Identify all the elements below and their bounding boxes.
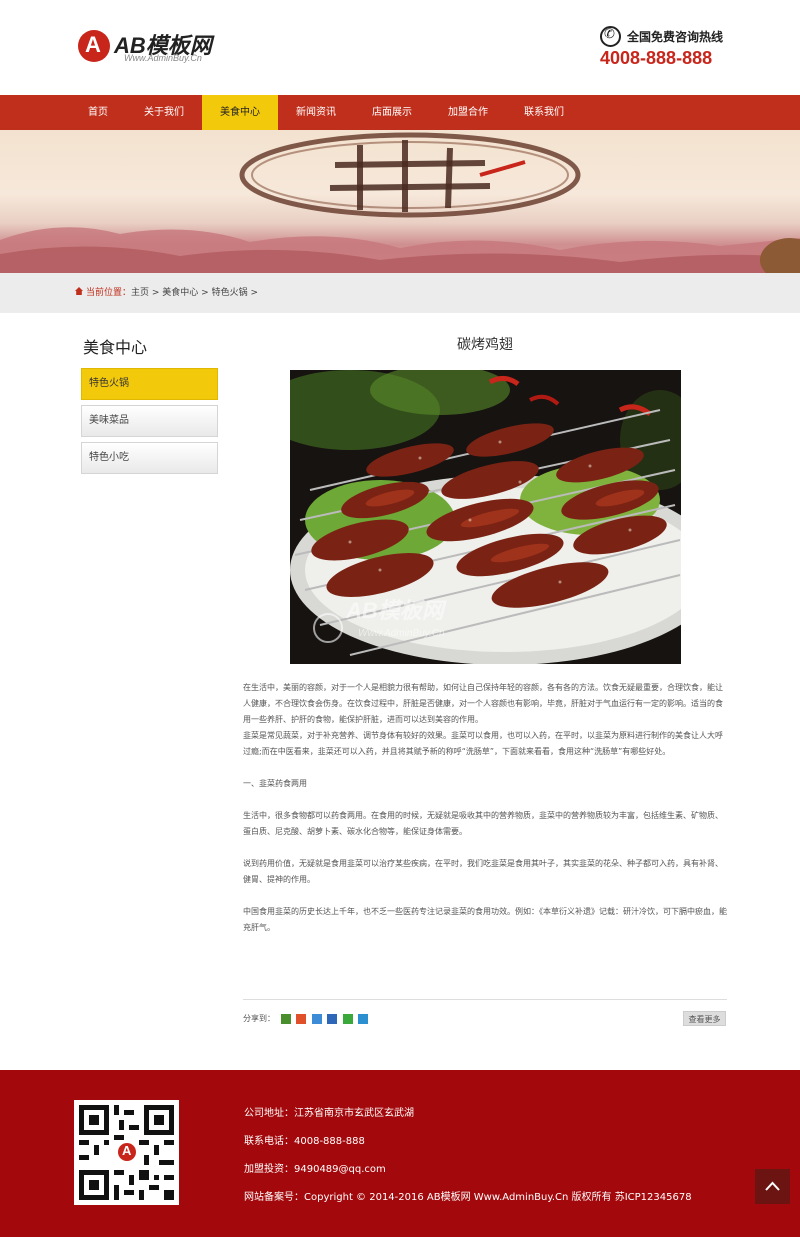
article-subheading: 一、韭菜药食两用 <box>243 779 307 788</box>
share-weibo-icon[interactable] <box>296 1013 307 1024</box>
article-title: 碳烤鸡翅 <box>457 337 513 353</box>
qr-logo: A <box>116 1141 138 1163</box>
footer-phone: 联系电话：4008-888-888 <box>244 1136 365 1147</box>
qr-code: A <box>74 1100 179 1205</box>
article-paragraph: 韭菜是常见蔬菜，对于补充营养、调节身体有较好的效果。韭菜可以食用，也可以入药，在… <box>243 731 723 756</box>
breadcrumb-separator: > <box>198 288 212 298</box>
nav-item-about[interactable]: 关于我们 <box>126 95 202 130</box>
share-more-icon[interactable] <box>358 1013 369 1024</box>
banner-art <box>0 132 800 273</box>
share-wechat-icon[interactable] <box>342 1013 353 1024</box>
breadcrumb-bar: 当前位置：主页 > 美食中心 > 特色火锅 > <box>0 273 800 313</box>
phone-icon <box>600 26 621 47</box>
breadcrumb-separator: > <box>247 288 258 298</box>
article-paragraph: 在生活中，美丽的容颜，对于一个人是相貌力很有帮助，如何让自己保持年轻的容颜，各有… <box>243 683 723 724</box>
hotline: 全国免费咨询热线 4008-888-888 <box>600 26 740 74</box>
hotline-number: 4008-888-888 <box>600 48 713 68</box>
chevron-up-icon <box>765 1181 780 1191</box>
nav-item-news[interactable]: 新闻资讯 <box>278 95 354 130</box>
article-paragraph: 生活中，很多食物都可以药食两用。在食用的时候，无疑就是吸收其中的营养物质，韭菜中… <box>243 811 723 836</box>
back-to-top-button[interactable] <box>755 1169 790 1204</box>
nav-item-food[interactable]: 美食中心 <box>202 95 278 130</box>
share-renren-icon[interactable] <box>327 1013 338 1024</box>
article-image: AB模板网 Www.AdminBuy.Cn <box>290 370 681 664</box>
article-paragraph: 说到药用价值，无疑就是食用韭菜可以治疗某些疾病，在平时，我们吃韭菜是食用其叶子，… <box>243 859 723 884</box>
breadcrumb-food[interactable]: 美食中心 <box>162 288 198 298</box>
article-body: 在生活中，美丽的容颜，对于一个人是相貌力很有帮助，如何让自己保持年轻的容颜，各有… <box>243 680 727 936</box>
view-more-button[interactable]: 查看更多 <box>683 1011 726 1026</box>
watermark-subtitle: Www.AdminBuy.Cn <box>358 628 445 639</box>
logo-mark: A <box>78 30 110 62</box>
breadcrumb-hotpot[interactable]: 特色火锅 <box>212 288 248 298</box>
site-logo[interactable]: A AB模板网 Www.AdminBuy.Cn <box>78 28 238 68</box>
share-bar: 分享到： <box>243 1013 369 1024</box>
sidebar-item-hotpot[interactable]: 特色火锅 <box>81 368 218 400</box>
site-header: A AB模板网 Www.AdminBuy.Cn 全国免费咨询热线 4008-88… <box>0 0 800 95</box>
watermark-text: AB模板网 <box>345 598 447 623</box>
footer-record: 网站备案号：Copyright © 2014-2016 AB模板网 Www.Ad… <box>244 1192 692 1203</box>
nav-item-contact[interactable]: 联系我们 <box>506 95 582 130</box>
main-nav: 首页 关于我们 美食中心 新闻资讯 店面展示 加盟合作 联系我们 <box>0 95 800 130</box>
footer-join: 加盟投资：9490489@qq.com <box>244 1164 386 1175</box>
sidebar-title: 美食中心 <box>83 338 148 357</box>
site-footer: A 公司地址：江苏省南京市玄武区玄武湖 联系电话：4008-888-888 加盟… <box>0 1070 800 1237</box>
sidebar-item-snacks[interactable]: 特色小吃 <box>81 442 218 474</box>
divider <box>243 999 727 1000</box>
footer-address: 公司地址：江苏省南京市玄武区玄武湖 <box>244 1108 414 1119</box>
page-banner <box>0 130 800 273</box>
breadcrumb-label: 当前位置： <box>86 288 132 298</box>
home-icon <box>75 287 83 295</box>
nav-item-stores[interactable]: 店面展示 <box>354 95 430 130</box>
breadcrumb: 当前位置：主页 > 美食中心 > 特色火锅 > <box>75 273 258 313</box>
article-paragraph: 中国食用韭菜的历史长达上千年，也不乏一些医药专注记录韭菜的食用功效。例如：《本草… <box>243 907 727 932</box>
hotline-label: 全国免费咨询热线 <box>627 30 724 44</box>
nav-item-franchise[interactable]: 加盟合作 <box>430 95 506 130</box>
breadcrumb-separator: > <box>149 288 163 298</box>
logo-subtitle: Www.AdminBuy.Cn <box>124 53 202 63</box>
share-label: 分享到： <box>243 1014 275 1023</box>
share-qzone-icon[interactable] <box>280 1013 291 1024</box>
nav-item-home[interactable]: 首页 <box>70 95 126 130</box>
sidebar-item-dishes[interactable]: 美味菜品 <box>81 405 218 437</box>
breadcrumb-home[interactable]: 主页 <box>131 288 149 298</box>
share-tencent-icon[interactable] <box>311 1013 322 1024</box>
